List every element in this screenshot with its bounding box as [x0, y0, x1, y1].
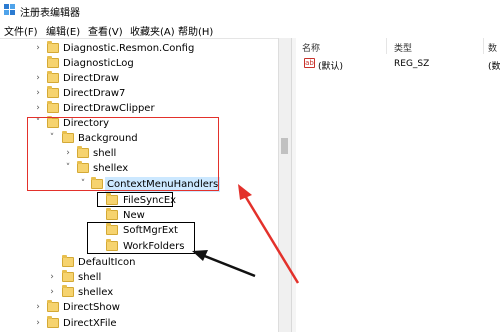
window-title: 注册表编辑器 [20, 8, 80, 19]
tree-item-label: DefaultIcon [78, 257, 136, 268]
tree-item-label: shell [78, 272, 102, 283]
tree-item-label: New [123, 210, 145, 221]
scrollbar-thumb[interactable] [281, 138, 288, 154]
values-list[interactable]: 名称 类型 数 ab (默认) REG_SZ (数 [296, 38, 500, 332]
expand-icon[interactable]: › [34, 101, 42, 116]
folder-icon [106, 208, 118, 220]
menu-file[interactable]: 文件(F) [4, 23, 38, 38]
folder-icon [47, 71, 59, 83]
expand-icon[interactable]: › [34, 316, 42, 331]
tree-item-label: DiagnosticLog [63, 58, 134, 69]
menu-help[interactable]: 帮助(H) [178, 23, 213, 38]
expand-icon[interactable]: › [34, 300, 42, 315]
value-name: (默认) [318, 62, 344, 72]
tree-item-label: DirectShow [63, 302, 120, 313]
expand-icon[interactable]: › [34, 41, 42, 56]
folder-icon [62, 285, 74, 297]
folder-icon [47, 101, 59, 113]
folder-icon [47, 300, 59, 312]
string-value-icon: ab [304, 58, 315, 68]
expand-icon[interactable]: › [48, 285, 56, 300]
value-type: REG_SZ [394, 59, 430, 69]
column-divider[interactable] [386, 38, 387, 54]
folder-icon [47, 316, 59, 328]
menu-favorites[interactable]: 收藏夹(A) [130, 23, 175, 38]
folder-icon [47, 86, 59, 98]
column-header-type[interactable]: 类型 [394, 41, 412, 54]
column-header-data[interactable]: 数 [488, 41, 497, 54]
folder-icon [62, 255, 74, 267]
tree-item-label: shellex [78, 287, 114, 298]
menu-bar: 文件(F) 编辑(E) 查看(V) 收藏夹(A) 帮助(H) [0, 20, 500, 38]
tree-item-label: DirectDraw [63, 73, 120, 84]
tree-item-label: DirectXFile [63, 318, 117, 329]
folder-icon [47, 41, 59, 53]
red-highlight-box [27, 117, 219, 191]
tree-scrollbar[interactable] [278, 38, 291, 332]
title-bar: 注册表编辑器 [0, 0, 500, 20]
tree-item-label: DirectDraw7 [63, 88, 126, 99]
column-divider[interactable] [483, 38, 484, 54]
tree-item-label: DirectDrawClipper [63, 103, 155, 114]
black-highlight-box [97, 192, 173, 207]
tree-item-label: Diagnostic.Resmon.Config [63, 43, 195, 54]
column-header-name[interactable]: 名称 [302, 41, 320, 54]
expand-icon[interactable]: › [48, 270, 56, 285]
black-highlight-box [87, 222, 195, 254]
registry-app-icon [4, 4, 15, 15]
value-row[interactable]: ab (默认) REG_SZ (数 [296, 56, 500, 72]
folder-icon [62, 270, 74, 282]
menu-view[interactable]: 查看(V) [88, 23, 123, 38]
menu-edit[interactable]: 编辑(E) [46, 23, 80, 38]
folder-icon [47, 56, 59, 68]
expand-icon[interactable]: › [34, 86, 42, 101]
expand-icon[interactable]: › [34, 71, 42, 86]
value-data: (数 [488, 62, 500, 72]
